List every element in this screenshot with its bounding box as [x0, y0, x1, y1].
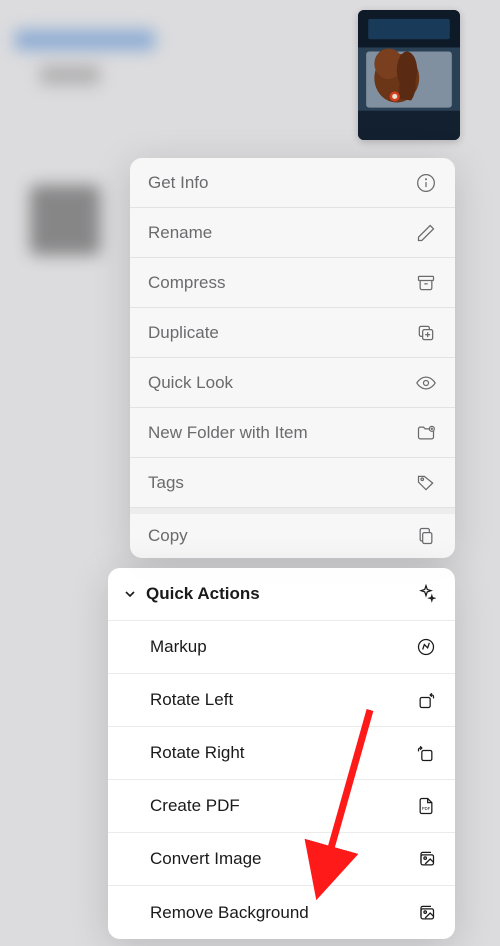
menu-item-remove-background[interactable]: Remove Background [108, 886, 455, 939]
duplicate-icon [415, 322, 437, 344]
quick-actions-title: Quick Actions [146, 584, 260, 604]
menu-item-new-folder[interactable]: New Folder with Item [130, 408, 455, 458]
markup-icon [415, 636, 437, 658]
menu-item-rename[interactable]: Rename [130, 208, 455, 258]
menu-item-label: Remove Background [150, 903, 309, 923]
menu-item-rotate-right[interactable]: Rotate Right [108, 727, 455, 780]
copy-icon [415, 525, 437, 547]
folder-add-icon [415, 422, 437, 444]
context-menu-primary: Get Info Rename Compress Duplicate Quick… [130, 158, 455, 558]
menu-item-label: New Folder with Item [148, 423, 308, 443]
menu-item-get-info[interactable]: Get Info [130, 158, 455, 208]
menu-item-label: Compress [148, 273, 225, 293]
rotate-right-icon [415, 742, 437, 764]
menu-item-create-pdf[interactable]: Create PDF PDF [108, 780, 455, 833]
image-icon [415, 902, 437, 924]
rotate-left-icon [415, 689, 437, 711]
blurred-background [30, 185, 100, 255]
quick-actions-panel: Quick Actions Markup Rotate Left Rotate … [108, 568, 455, 939]
menu-item-label: Convert Image [150, 849, 262, 869]
menu-item-label: Get Info [148, 173, 208, 193]
menu-item-label: Tags [148, 473, 184, 493]
eye-icon [415, 372, 437, 394]
menu-item-label: Markup [150, 637, 207, 657]
info-icon [415, 172, 437, 194]
menu-item-label: Create PDF [150, 796, 240, 816]
svg-text:PDF: PDF [422, 806, 431, 811]
menu-item-label: Rotate Left [150, 690, 233, 710]
menu-item-label: Rotate Right [150, 743, 245, 763]
menu-item-compress[interactable]: Compress [130, 258, 455, 308]
menu-item-quick-look[interactable]: Quick Look [130, 358, 455, 408]
menu-item-copy[interactable]: Copy [130, 508, 455, 558]
selected-file-thumbnail[interactable] [358, 10, 460, 140]
menu-item-convert-image[interactable]: Convert Image [108, 833, 455, 886]
convert-image-icon [415, 848, 437, 870]
pencil-icon [415, 222, 437, 244]
chevron-down-icon [122, 586, 138, 602]
menu-item-label: Quick Look [148, 373, 233, 393]
menu-item-label: Duplicate [148, 323, 219, 343]
archive-icon [415, 272, 437, 294]
quick-actions-header[interactable]: Quick Actions [108, 568, 455, 621]
menu-item-rotate-left[interactable]: Rotate Left [108, 674, 455, 727]
menu-item-duplicate[interactable]: Duplicate [130, 308, 455, 358]
tag-icon [415, 472, 437, 494]
pdf-icon: PDF [415, 795, 437, 817]
sparkles-icon [415, 583, 437, 605]
menu-item-tags[interactable]: Tags [130, 458, 455, 508]
menu-item-label: Rename [148, 223, 212, 243]
blurred-background [40, 65, 100, 85]
menu-item-label: Copy [148, 526, 188, 546]
blurred-background [15, 30, 155, 50]
menu-item-markup[interactable]: Markup [108, 621, 455, 674]
